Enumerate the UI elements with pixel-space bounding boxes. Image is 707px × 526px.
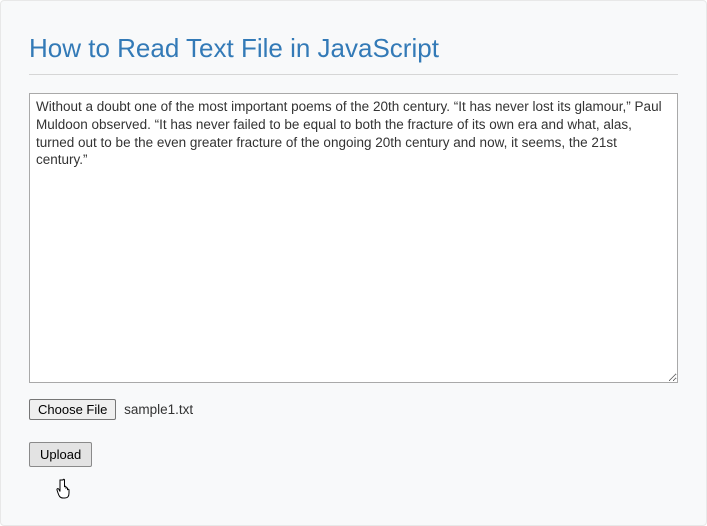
upload-button[interactable]: Upload	[29, 442, 92, 467]
upload-row: Upload	[29, 442, 678, 467]
selected-file-name: sample1.txt	[124, 402, 193, 417]
file-content-textarea[interactable]: Without a doubt one of the most importan…	[29, 93, 678, 383]
panel: How to Read Text File in JavaScript With…	[0, 0, 707, 526]
file-input-row: Choose File sample1.txt	[29, 399, 678, 420]
choose-file-button[interactable]: Choose File	[29, 399, 116, 420]
page-title: How to Read Text File in JavaScript	[29, 33, 678, 75]
